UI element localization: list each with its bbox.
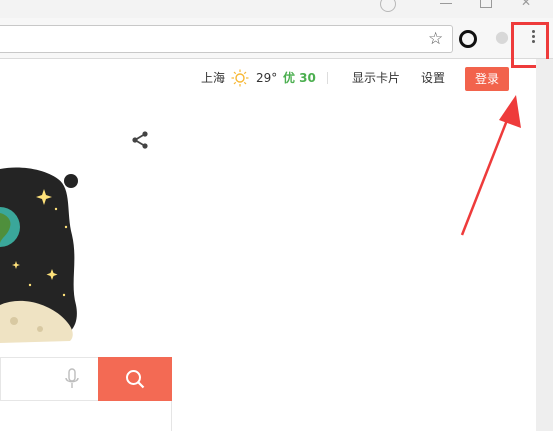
tab-favicon-icon bbox=[380, 0, 396, 12]
window-minimize-button[interactable] bbox=[440, 3, 452, 4]
window-close-button[interactable]: ✕ bbox=[521, 0, 535, 8]
search-input[interactable] bbox=[0, 357, 99, 401]
window-maximize-button[interactable] bbox=[480, 0, 492, 8]
tab-strip: ✕ bbox=[0, 0, 553, 18]
weather-city[interactable]: 上海 bbox=[201, 66, 225, 90]
extension-circle-icon[interactable] bbox=[459, 30, 477, 48]
search-icon bbox=[126, 370, 145, 389]
share-icon[interactable] bbox=[130, 130, 150, 150]
microphone-icon[interactable] bbox=[64, 368, 80, 390]
login-button[interactable]: 登录 bbox=[465, 67, 509, 91]
show-cards-link[interactable]: 显示卡片 bbox=[352, 66, 400, 90]
annotation-arrow bbox=[460, 95, 521, 236]
search-suggestion-border bbox=[171, 401, 172, 431]
air-quality-badge[interactable]: 优 30 bbox=[283, 66, 316, 90]
star-icon[interactable]: ☆ bbox=[428, 27, 443, 51]
address-bar[interactable]: ☆ bbox=[0, 25, 453, 53]
sun-icon bbox=[231, 69, 249, 87]
settings-link[interactable]: 设置 bbox=[421, 66, 445, 90]
space-illustration bbox=[0, 167, 78, 343]
search-button[interactable] bbox=[98, 357, 172, 401]
browser-toolbar: ☆ ● bbox=[0, 18, 553, 59]
page-scrollbar[interactable] bbox=[536, 59, 553, 431]
weather-temperature[interactable]: 29° bbox=[256, 66, 277, 90]
header-divider bbox=[327, 72, 328, 84]
extension-gray-icon[interactable]: ● bbox=[495, 29, 511, 45]
